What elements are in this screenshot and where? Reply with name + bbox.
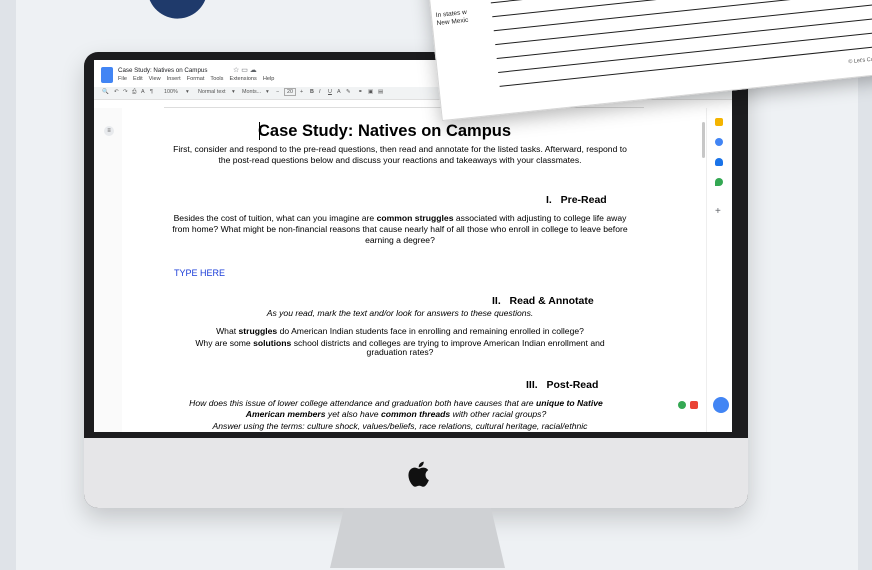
- left-edge-shadow: [0, 0, 16, 570]
- menu-edit[interactable]: Edit: [133, 76, 143, 82]
- redo-icon[interactable]: ↷: [123, 89, 128, 95]
- left-margin: [94, 108, 122, 432]
- font-chevron-icon[interactable]: ▾: [266, 89, 269, 95]
- zoom-select[interactable]: 100%: [164, 89, 178, 95]
- post-read-terms[interactable]: Answer using the terms: culture shock, v…: [170, 421, 630, 432]
- apple-logo-icon: [408, 461, 429, 487]
- doc-heading[interactable]: Case Study: Natives on Campus: [258, 122, 511, 141]
- menu-help[interactable]: Help: [263, 76, 275, 82]
- side-panel: +: [706, 108, 732, 432]
- paint-format-icon[interactable]: ¶: [150, 89, 153, 95]
- floating-buttons: [678, 396, 729, 414]
- type-here-placeholder[interactable]: TYPE HERE: [174, 268, 225, 278]
- undo-icon[interactable]: ↶: [114, 89, 119, 95]
- star-icon[interactable]: ☆ ▭ ☁: [233, 66, 257, 74]
- outline-icon[interactable]: ≡: [104, 126, 114, 136]
- section-pre-read-heading[interactable]: I. Pre-Read: [546, 194, 607, 206]
- menu-file[interactable]: File: [118, 76, 127, 82]
- highlight-icon[interactable]: ✎: [346, 89, 351, 95]
- section-annotate-heading[interactable]: II. Read & Annotate: [492, 295, 594, 307]
- post-read-question[interactable]: How does this issue of lower college att…: [170, 398, 622, 420]
- link-icon[interactable]: ⚭: [358, 89, 363, 95]
- menu-extensions[interactable]: Extensions: [229, 76, 256, 82]
- style-chevron-icon[interactable]: ▾: [232, 89, 235, 95]
- menu-insert[interactable]: Insert: [167, 76, 181, 82]
- google-docs-screen: Case Study: Natives on Campus ☆ ▭ ☁ File…: [94, 60, 732, 432]
- print-icon[interactable]: ⎙: [132, 89, 136, 96]
- font-size-increase[interactable]: +: [300, 89, 303, 95]
- paper-rule: [492, 0, 872, 18]
- menu-view[interactable]: View: [149, 76, 161, 82]
- annotate-question-1[interactable]: What struggles do American Indian studen…: [170, 326, 630, 337]
- menu-tools[interactable]: Tools: [210, 76, 223, 82]
- zoom-chevron-icon[interactable]: ▾: [186, 89, 189, 95]
- tasks-icon[interactable]: [715, 138, 723, 146]
- meet-icon[interactable]: [690, 401, 699, 409]
- chat-icon[interactable]: [678, 401, 686, 409]
- scrollbar[interactable]: [702, 122, 705, 158]
- section-post-read-heading[interactable]: III. Post-Read: [526, 379, 598, 391]
- text-color-icon[interactable]: A: [337, 89, 341, 95]
- underline-icon[interactable]: U: [328, 89, 332, 95]
- font-size-decrease[interactable]: −: [276, 89, 279, 95]
- paper-rule: [490, 0, 872, 4]
- monitor-stand: [330, 508, 505, 568]
- italic-icon[interactable]: I: [319, 89, 321, 95]
- menu-format[interactable]: Format: [187, 76, 205, 82]
- annotate-instructions[interactable]: As you read, mark the text and/or look f…: [170, 308, 630, 319]
- keep-icon[interactable]: [715, 118, 723, 126]
- search-menu-icon[interactable]: 🔍: [102, 89, 109, 95]
- paper-rule: [493, 0, 872, 32]
- bold-icon[interactable]: B: [310, 89, 314, 95]
- image-icon[interactable]: ▤: [378, 89, 383, 95]
- font-select[interactable]: Monts...: [242, 89, 261, 95]
- document-title[interactable]: Case Study: Natives on Campus: [118, 67, 207, 74]
- spellcheck-icon[interactable]: A: [141, 89, 145, 95]
- add-addon-icon[interactable]: +: [715, 207, 723, 217]
- comment-icon[interactable]: ▣: [368, 89, 373, 95]
- menu-bar: File Edit View Insert Format Tools Extensions H…: [118, 76, 280, 82]
- annotate-question-2[interactable]: Why are some solutions school districts …: [190, 339, 610, 357]
- font-size-input[interactable]: 20: [284, 88, 296, 96]
- style-select[interactable]: Normal text: [198, 89, 226, 95]
- pre-read-question[interactable]: Besides the cost of tuition, what can yo…: [170, 213, 630, 246]
- explore-button-icon[interactable]: [712, 396, 729, 413]
- maps-icon[interactable]: [715, 178, 723, 186]
- right-edge-shadow: [858, 0, 872, 570]
- paper-copyright: © Let's Cultivate Gre: [848, 54, 872, 66]
- docs-logo-icon[interactable]: [101, 67, 113, 83]
- intro-paragraph[interactable]: First, consider and respond to the pre-r…: [170, 144, 630, 166]
- contacts-icon[interactable]: [715, 158, 723, 166]
